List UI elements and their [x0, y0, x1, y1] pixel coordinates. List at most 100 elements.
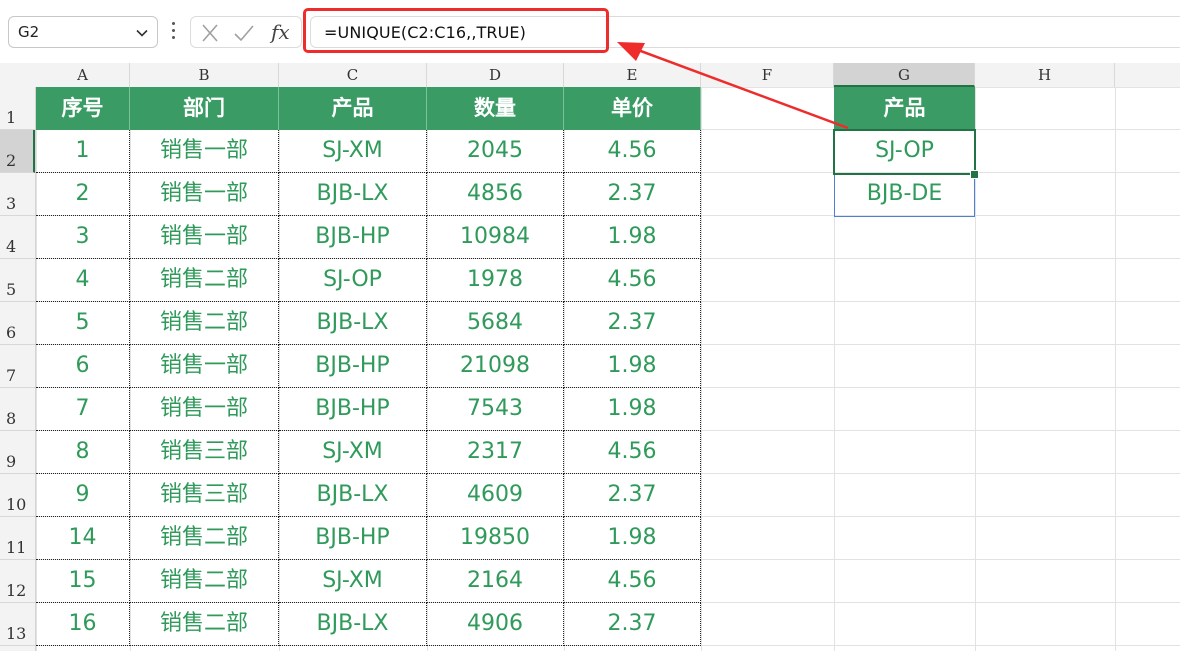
fill-handle[interactable] — [970, 170, 979, 179]
table-cell-product[interactable]: BJB-HP — [279, 388, 427, 431]
row-number: 4 — [6, 237, 17, 256]
row-header-7[interactable]: 7 — [0, 345, 35, 388]
table-cell-price[interactable]: 2.37 — [564, 302, 701, 345]
formula-buttons: fx — [190, 16, 302, 48]
result-cell[interactable]: BJB-DE — [834, 173, 975, 216]
table-cell-dept[interactable]: 销售二部 — [130, 517, 279, 560]
insert-function-button[interactable]: fx — [271, 20, 290, 44]
row-header-5[interactable]: 5 — [0, 259, 35, 302]
table-cell-price[interactable]: 2.37 — [564, 603, 701, 646]
table-cell-seq[interactable]: 2 — [36, 173, 130, 216]
table-cell-qty[interactable]: 19850 — [427, 517, 564, 560]
table-cell-qty[interactable]: 2164 — [427, 560, 564, 603]
header-cell-dept[interactable]: 部门 — [130, 87, 279, 130]
row-header-6[interactable]: 6 — [0, 302, 35, 345]
table-cell-product[interactable]: BJB-LX — [279, 173, 427, 216]
table-cell-seq[interactable]: 4 — [36, 259, 130, 302]
table-cell-price[interactable]: 1.98 — [564, 388, 701, 431]
table-cell-product[interactable]: BJB-HP — [279, 216, 427, 259]
table-cell-qty[interactable]: 1978 — [427, 259, 564, 302]
chevron-down-icon[interactable] — [135, 26, 149, 40]
table-cell-qty[interactable]: 2317 — [427, 431, 564, 474]
column-header-e[interactable]: E — [564, 63, 701, 87]
table-cell-seq[interactable]: 3 — [36, 216, 130, 259]
column-header-a[interactable]: A — [36, 63, 130, 87]
table-cell-product[interactable]: BJB-LX — [279, 302, 427, 345]
header-cell-product[interactable]: 产品 — [279, 87, 427, 130]
header-cell-qty[interactable]: 数量 — [427, 87, 564, 130]
more-options-icon[interactable] — [171, 22, 177, 42]
result-cell[interactable]: SJ-OP — [834, 130, 975, 173]
row-header-1[interactable]: 1 — [0, 87, 35, 130]
table-cell-dept[interactable]: 销售二部 — [130, 560, 279, 603]
table-cell-product[interactable]: SJ-XM — [279, 431, 427, 474]
table-cell-product[interactable]: SJ-XM — [279, 560, 427, 603]
table-cell-seq[interactable]: 16 — [36, 603, 130, 646]
table-cell-dept[interactable]: 销售一部 — [130, 345, 279, 388]
table-cell-qty[interactable]: 5684 — [427, 302, 564, 345]
table-cell-dept[interactable]: 销售一部 — [130, 130, 279, 173]
column-header-c[interactable]: C — [279, 63, 427, 87]
row-header-11[interactable]: 11 — [0, 517, 35, 560]
table-cell-dept[interactable]: 销售一部 — [130, 173, 279, 216]
table-cell-product[interactable]: BJB-HP — [279, 517, 427, 560]
header-cell-price[interactable]: 单价 — [564, 87, 701, 130]
table-cell-price[interactable]: 4.56 — [564, 560, 701, 603]
table-cell-seq[interactable]: 15 — [36, 560, 130, 603]
table-cell-qty[interactable]: 4906 — [427, 603, 564, 646]
table-cell-qty[interactable]: 7543 — [427, 388, 564, 431]
column-header-f[interactable]: F — [701, 63, 834, 87]
spreadsheet-grid[interactable]: 序号 部门 产品 数量 单价 1 销售一部 SJ-XM 2045 4.56 2 销售一部 BJB-LX 4… — [36, 87, 1180, 651]
table-cell-seq[interactable]: 9 — [36, 474, 130, 517]
table-cell-seq[interactable]: 8 — [36, 431, 130, 474]
table-cell-product[interactable]: BJB-LX — [279, 603, 427, 646]
table-cell-dept[interactable]: 销售二部 — [130, 603, 279, 646]
confirm-icon[interactable] — [231, 21, 257, 45]
table-cell-price[interactable]: 2.37 — [564, 474, 701, 517]
table-cell-product[interactable]: BJB-LX — [279, 474, 427, 517]
name-box[interactable]: G2 — [8, 16, 158, 48]
row-header-12[interactable]: 12 — [0, 560, 35, 603]
row-header-2[interactable]: 2 — [0, 130, 35, 173]
row-header-13[interactable]: 13 — [0, 603, 35, 646]
column-header-b[interactable]: B — [130, 63, 279, 87]
table-cell-seq[interactable]: 14 — [36, 517, 130, 560]
table-cell-qty[interactable]: 2045 — [427, 130, 564, 173]
table-cell-qty[interactable]: 21098 — [427, 345, 564, 388]
result-header[interactable]: 产品 — [834, 87, 975, 130]
table-cell-seq[interactable]: 5 — [36, 302, 130, 345]
header-cell-seq[interactable]: 序号 — [36, 87, 130, 130]
row-header-8[interactable]: 8 — [0, 388, 35, 431]
table-cell-product[interactable]: SJ-XM — [279, 130, 427, 173]
row-header-4[interactable]: 4 — [0, 216, 35, 259]
cancel-icon[interactable] — [197, 21, 223, 45]
row-header-10[interactable]: 10 — [0, 474, 35, 517]
table-cell-qty[interactable]: 4856 — [427, 173, 564, 216]
table-cell-price[interactable]: 4.56 — [564, 130, 701, 173]
table-cell-price[interactable]: 1.98 — [564, 517, 701, 560]
table-cell-seq[interactable]: 6 — [36, 345, 130, 388]
table-cell-product[interactable]: BJB-HP — [279, 345, 427, 388]
table-cell-price[interactable]: 2.37 — [564, 173, 701, 216]
table-cell-seq[interactable]: 1 — [36, 130, 130, 173]
table-cell-price[interactable]: 4.56 — [564, 431, 701, 474]
row-header-3[interactable]: 3 — [0, 173, 35, 216]
table-cell-price[interactable]: 1.98 — [564, 216, 701, 259]
table-cell-price[interactable]: 4.56 — [564, 259, 701, 302]
row-header-9[interactable]: 9 — [0, 431, 35, 474]
table-cell-qty[interactable]: 10984 — [427, 216, 564, 259]
table-cell-qty[interactable]: 4609 — [427, 474, 564, 517]
table-cell-dept[interactable]: 销售一部 — [130, 388, 279, 431]
table-cell-seq[interactable]: 7 — [36, 388, 130, 431]
table-cell-dept[interactable]: 销售二部 — [130, 302, 279, 345]
table-cell-product[interactable]: SJ-OP — [279, 259, 427, 302]
column-header-g[interactable]: G — [834, 63, 975, 87]
table-cell-dept[interactable]: 销售三部 — [130, 474, 279, 517]
table-cell-price[interactable]: 1.98 — [564, 345, 701, 388]
table-cell-dept[interactable]: 销售二部 — [130, 259, 279, 302]
gridline — [1115, 87, 1116, 651]
table-cell-dept[interactable]: 销售一部 — [130, 216, 279, 259]
table-cell-dept[interactable]: 销售三部 — [130, 431, 279, 474]
column-header-d[interactable]: D — [427, 63, 564, 87]
column-header-h[interactable]: H — [975, 63, 1115, 87]
